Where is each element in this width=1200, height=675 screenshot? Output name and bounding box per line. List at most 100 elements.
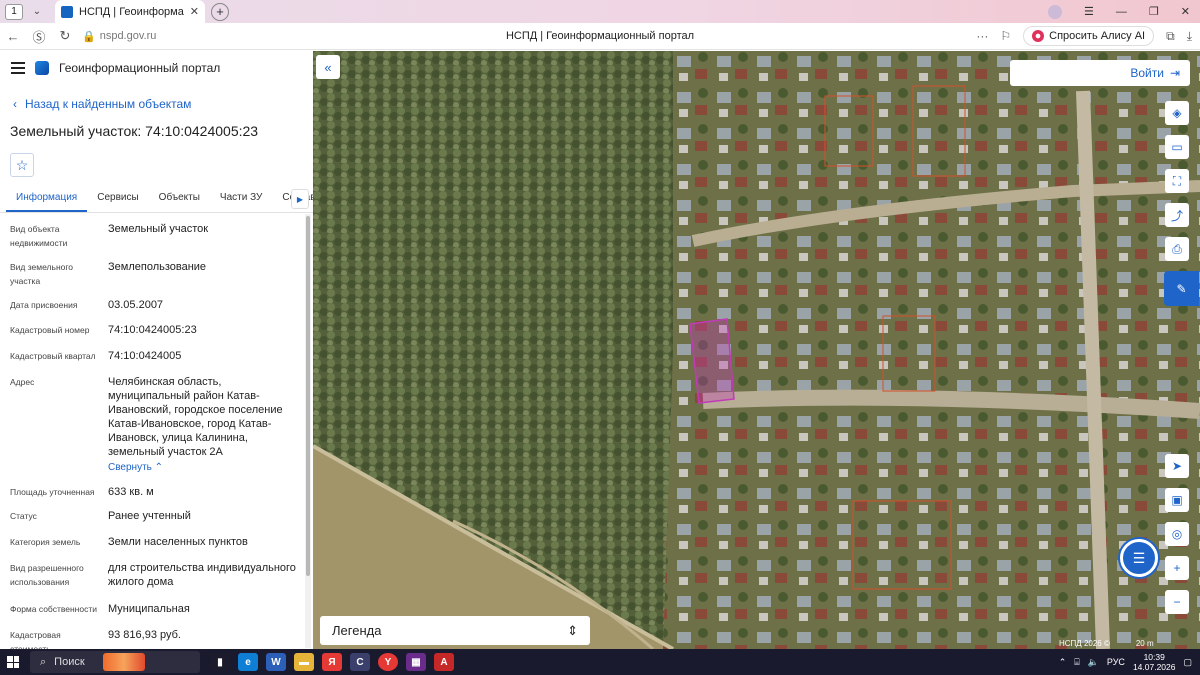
ruler-icon[interactable]: ▭ — [1165, 135, 1189, 159]
legend-label: Легенда — [332, 623, 382, 638]
bookmark-icon[interactable]: ⚐ — [1000, 29, 1011, 43]
scrollbar-thumb[interactable] — [306, 216, 310, 576]
property-value: Землепользование — [108, 261, 207, 273]
site-favicon-icon — [61, 5, 73, 18]
tab-count-button[interactable]: 1 — [5, 3, 23, 20]
volume-icon[interactable]: 🔈 — [1088, 657, 1099, 668]
reload-icon[interactable]: ↻ — [52, 28, 78, 44]
geolocation-icon[interactable]: ➤ — [1165, 454, 1189, 478]
ask-alice-button[interactable]: Спросить Алису AI — [1023, 26, 1155, 46]
tab-services[interactable]: Сервисы — [87, 187, 148, 212]
property-label: Кадастровый номер — [10, 325, 90, 335]
start-button[interactable] — [0, 649, 26, 675]
property-value: 03.05.2007 — [108, 299, 164, 311]
edge-icon[interactable]: e — [238, 653, 258, 671]
login-button[interactable]: Войти ⇥ — [1010, 60, 1190, 86]
network-icon[interactable]: ⌸ — [1074, 657, 1079, 668]
chat-icon[interactable]: ☰ — [1120, 539, 1158, 577]
location-icon[interactable]: ◎ — [1165, 522, 1189, 546]
map-tool-blue-icon[interactable]: ✎ — [1164, 271, 1199, 306]
property-value: 74:10:0424005 — [108, 350, 182, 362]
chevron-down-icon[interactable]: ⌄ — [29, 6, 45, 17]
clock-time: 10:39 — [1143, 652, 1165, 662]
zoom-out-icon[interactable]: − — [1165, 590, 1189, 614]
tabs-scroll-right-icon[interactable]: ▶ — [291, 189, 309, 209]
restore-icon[interactable]: ❐ — [1149, 5, 1159, 18]
task-view-icon[interactable]: ▮ — [210, 653, 230, 671]
pdf-icon[interactable]: A — [434, 653, 454, 671]
minimize-icon[interactable]: — — [1116, 6, 1127, 18]
back-icon[interactable]: ← — [0, 29, 26, 44]
property-value: Земли населенных пунктов — [108, 536, 248, 548]
area-select-icon[interactable]: ⛶ — [1165, 169, 1189, 193]
up-down-chevron-icon: ⇕ — [567, 622, 578, 638]
portal-logo-icon — [35, 61, 49, 75]
media-app-icon[interactable]: ▦ — [406, 653, 426, 671]
yandex-browser-icon[interactable]: Я — [322, 653, 342, 671]
legend-select[interactable]: Легенда ⇕ — [320, 616, 590, 645]
login-icon: ⇥ — [1169, 66, 1180, 80]
tray-chevron-icon[interactable]: ⌃ — [1059, 657, 1067, 668]
back-to-results-link[interactable]: ‹ Назад к найденным объектам — [13, 97, 313, 111]
attribution-text: НСПД 2026 © — [1059, 639, 1110, 648]
lock-icon: 🔒 — [82, 30, 96, 43]
info-tabs: Информация Сервисы Объекты Части ЗУ Сост… — [0, 187, 313, 213]
bookmarks-menu-icon[interactable]: ☰ — [1084, 5, 1094, 18]
keyboard-language[interactable]: РУС — [1107, 657, 1125, 667]
ask-alice-label: Спросить Алису AI — [1049, 30, 1146, 42]
clock[interactable]: 10:39 14.07.2026 — [1133, 652, 1176, 672]
map-attribution: НСПД 2026 © 20 m — [1059, 639, 1154, 649]
collapse-panel-button[interactable]: « — [316, 55, 340, 79]
map-view[interactable]: « Войти ⇥ ◈ ▭ ⛶ ⤴ ⎙ ✎ ➤ ▣ ◎ + − ☰ Легенд… — [313, 51, 1200, 649]
map-scale: 20 m — [1135, 639, 1154, 648]
share-icon[interactable]: ⤴ — [1165, 203, 1189, 227]
tab-title: НСПД | Геоинформационн — [79, 5, 184, 18]
close-window-icon[interactable]: ✕ — [1181, 5, 1190, 18]
chevron-left-icon: ‹ — [13, 97, 17, 111]
map-tools-top: ◈ ▭ ⛶ ⤴ ⎙ ✎ — [1164, 101, 1199, 306]
search-icon: ⌕ — [40, 655, 47, 668]
property-value: Муниципальная — [108, 603, 190, 615]
property-label: Вид объекта недвижимости — [10, 224, 68, 248]
tab-parts[interactable]: Части ЗУ — [210, 187, 272, 212]
property-value: для строительства индивидуального жилого… — [108, 562, 296, 588]
browser-tab[interactable]: НСПД | Геоинформационн ✕ — [55, 0, 205, 23]
yandex-icon[interactable]: Ⓢ — [26, 27, 52, 46]
taskbar-search[interactable]: ⌕ Поиск — [30, 651, 200, 673]
new-tab-button[interactable]: + — [211, 2, 229, 21]
more-icon[interactable]: ··· — [976, 29, 988, 43]
download-icon[interactable]: ⤓ — [1187, 29, 1192, 44]
yandex-y-icon[interactable]: Y — [378, 653, 398, 671]
minimap-icon[interactable]: ▣ — [1165, 488, 1189, 512]
notifications-icon[interactable]: ▢ — [1183, 657, 1192, 668]
folder-icon[interactable]: ▬ — [294, 653, 314, 671]
chevron-up-icon: ⌃ — [154, 462, 164, 473]
window-controls: ☰ — ❐ ✕ — [1048, 0, 1190, 23]
layers-icon[interactable]: ◈ — [1165, 101, 1189, 125]
property-label: Кадастровый квартал — [10, 351, 96, 361]
address-text: Челябинская область, муниципальный район… — [108, 376, 283, 458]
alice-icon — [1032, 30, 1045, 42]
tab-objects[interactable]: Объекты — [149, 187, 210, 212]
property-value: Земельный участок — [108, 223, 209, 235]
panel-scrollbar[interactable] — [305, 214, 311, 648]
extensions-icon[interactable]: ⧉ — [1166, 29, 1175, 44]
property-value-address: Челябинская область, муниципальный район… — [108, 375, 296, 475]
portal-name: Геоинформационный портал — [59, 61, 221, 75]
close-icon[interactable]: ✕ — [190, 5, 199, 18]
url-field[interactable]: nspd.gov.ru — [100, 30, 157, 42]
app-c-icon[interactable]: C — [350, 653, 370, 671]
tab-information[interactable]: Информация — [6, 187, 88, 212]
favorite-star-button[interactable]: ☆ — [10, 153, 34, 177]
print-icon[interactable]: ⎙ — [1165, 237, 1189, 261]
profile-avatar[interactable] — [1048, 4, 1063, 19]
word-icon[interactable]: W — [266, 653, 286, 671]
collapse-address-link[interactable]: Свернуть ⌃ — [108, 461, 296, 475]
menu-icon[interactable] — [11, 62, 25, 74]
system-tray: ⌃ ⌸ 🔈 РУС 10:39 14.07.2026 ▢ — [1059, 649, 1192, 675]
property-label: Вид земельного участка — [10, 262, 74, 286]
zoom-in-icon[interactable]: + — [1165, 556, 1189, 580]
windows-icon — [7, 656, 19, 668]
browser-tabstrip: 1 ⌄ НСПД | Геоинформационн ✕ + ☰ — ❐ ✕ — [0, 0, 1200, 23]
clock-date: 14.07.2026 — [1132, 662, 1176, 672]
